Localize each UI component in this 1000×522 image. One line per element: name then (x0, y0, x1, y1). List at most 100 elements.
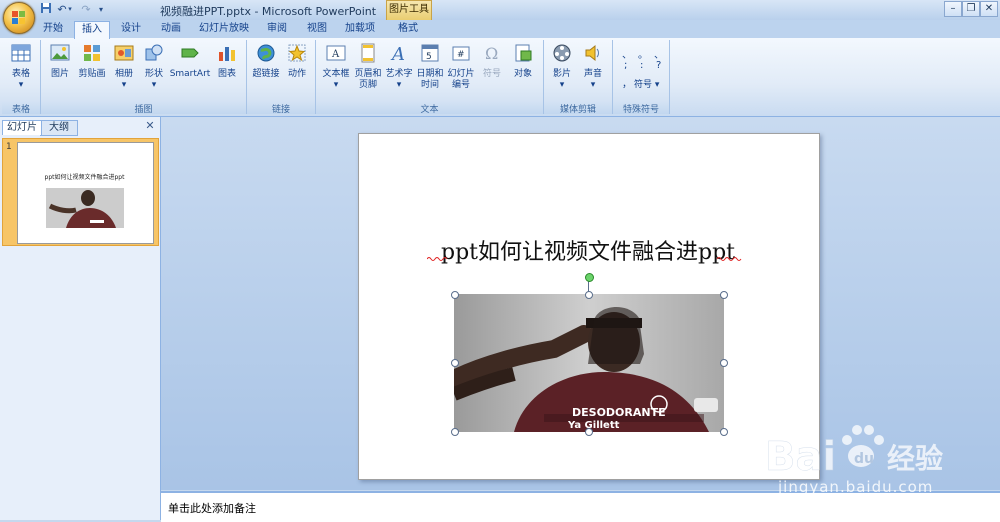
tab-design[interactable]: 设计 (114, 21, 148, 37)
shapes-icon (145, 44, 163, 61)
slide-number-button[interactable]: # 幻灯片 编号 (446, 43, 476, 91)
clipart-icon (84, 45, 100, 61)
symbol-glyph[interactable]: : (640, 60, 643, 71)
symbol-glyph[interactable]: ? (656, 60, 661, 71)
chart-icon (219, 47, 235, 61)
title-bar (0, 0, 1000, 21)
svg-text:Bai: Bai (765, 434, 836, 480)
album-button[interactable]: 相册 ▾ (108, 43, 140, 91)
window-title: 视频融进PPT.pptx - Microsoft PowerPoint (160, 5, 377, 18)
picture-button[interactable]: 图片 (44, 43, 76, 80)
tab-home[interactable]: 开始 (36, 21, 70, 37)
resize-handle-ne[interactable] (720, 291, 728, 299)
thumbnail-photo (46, 188, 124, 228)
film-reel-icon (553, 44, 571, 62)
speaker-icon (585, 44, 599, 62)
svg-text:A: A (331, 49, 340, 60)
symbol-glyph[interactable]: 、 (654, 46, 664, 61)
group-label-text: 文本 (316, 102, 543, 115)
close-window-icon[interactable]: ✕ (980, 1, 998, 17)
group-label-table: 表格 (2, 102, 40, 115)
tab-addins[interactable]: 加载项 (340, 21, 380, 37)
close-pane-icon[interactable]: ✕ (144, 120, 156, 132)
smartart-icon (181, 48, 199, 58)
tab-view[interactable]: 视图 (302, 21, 332, 37)
rotate-handle[interactable] (585, 273, 594, 282)
office-button[interactable] (3, 2, 35, 34)
save-icon[interactable] (38, 2, 54, 17)
svg-text:du: du (854, 451, 874, 467)
svg-text:5: 5 (426, 52, 432, 62)
wordart-icon: A (390, 44, 405, 65)
header-footer-icon (361, 43, 375, 63)
symbol-glyph[interactable]: ; (624, 60, 627, 71)
resize-handle-e[interactable] (720, 359, 728, 367)
resize-handle-w[interactable] (451, 359, 459, 367)
spellcheck-underline (427, 257, 742, 261)
resize-handle-n[interactable] (585, 291, 593, 299)
header-footer-button[interactable]: 页眉和 页脚 (352, 43, 384, 91)
office-logo-icon (12, 11, 25, 24)
watermark-url: jingyan.baidu.com (778, 478, 934, 496)
symbol-glyph[interactable]: 、 (622, 46, 632, 61)
resize-handle-s[interactable] (585, 428, 593, 436)
tab-slides[interactable]: 幻灯片 (2, 120, 42, 135)
svg-text:#: # (457, 50, 465, 60)
calendar-icon: 5 (421, 44, 439, 62)
symbol-glyph[interactable]: 。 (638, 46, 648, 61)
ribbon-tab-row (0, 20, 1000, 38)
photo-album-icon (114, 45, 134, 61)
resize-handle-sw[interactable] (451, 428, 459, 436)
slide-photo[interactable]: DESODORANTE Ya Gillett (454, 294, 724, 432)
slide-number: 1 (6, 142, 12, 152)
globe-link-icon (257, 44, 275, 62)
tab-review[interactable]: 审阅 (262, 21, 292, 37)
svg-text:经验: 经验 (887, 442, 943, 475)
object-icon (515, 44, 532, 62)
minimize-icon[interactable]: – (944, 1, 962, 17)
hyperlink-button[interactable]: 超链接 (250, 43, 282, 80)
datetime-button[interactable]: 5 日期和 时间 (414, 43, 446, 91)
tab-slideshow[interactable]: 幻灯片放映 (196, 21, 252, 37)
action-button[interactable]: 动作 (282, 43, 312, 80)
movie-button[interactable]: 影片 ▾ (547, 43, 577, 91)
group-label-illustrations: 插图 (41, 102, 246, 115)
group-label-special-symbols: 特殊符号 (613, 102, 669, 115)
redo-icon[interactable]: ↷ (78, 2, 94, 17)
tab-format[interactable]: 格式 (390, 21, 426, 37)
group-label-media: 媒体剪辑 (544, 102, 612, 115)
svg-text:Ω: Ω (485, 44, 498, 63)
omega-icon: Ω (485, 44, 498, 63)
notes-placeholder: 单击此处添加备注 (168, 502, 256, 515)
special-symbol-dropdown[interactable]: 符号 ▾ (634, 77, 659, 90)
object-button[interactable]: 对象 (508, 43, 538, 80)
wordart-button[interactable]: A 艺术字 ▾ (384, 43, 414, 91)
table-icon (11, 44, 31, 62)
paw-icon: du (842, 425, 884, 467)
action-star-icon (288, 44, 306, 62)
group-label-links: 链接 (247, 102, 315, 115)
slide-number-icon: # (452, 46, 470, 61)
baidu-jingyan-watermark: Bai du 经验 (765, 425, 943, 480)
picture-icon (50, 44, 70, 61)
shapes-button[interactable]: 形状 ▾ (140, 43, 168, 91)
undo-dropdown-icon[interactable]: ▾ (66, 2, 74, 17)
chart-button[interactable]: 图表 (212, 43, 242, 80)
smartart-button[interactable]: SmartArt (168, 43, 212, 80)
textbox-icon: A (326, 45, 346, 61)
tab-animation[interactable]: 动画 (154, 21, 188, 37)
sound-button[interactable]: 声音 ▾ (578, 43, 608, 91)
textbox-button[interactable]: A 文本框 ▾ (319, 43, 353, 91)
resize-handle-nw[interactable] (451, 291, 459, 299)
symbol-glyph[interactable]: ， (622, 75, 632, 90)
tab-insert[interactable]: 插入 (74, 21, 110, 39)
svg-text:Ya Gillett: Ya Gillett (567, 420, 620, 431)
table-button[interactable]: 表格 ▾ (6, 43, 36, 91)
clipart-button[interactable]: 剪贴画 (76, 43, 108, 80)
tab-outline[interactable]: 大纲 (40, 120, 78, 136)
restore-icon[interactable]: ❐ (962, 1, 980, 17)
svg-text:A: A (390, 44, 405, 63)
symbol-button[interactable]: Ω 符号 (478, 43, 506, 80)
resize-handle-se[interactable] (720, 428, 728, 436)
customize-quick-access-icon[interactable]: ▾ (96, 2, 106, 17)
